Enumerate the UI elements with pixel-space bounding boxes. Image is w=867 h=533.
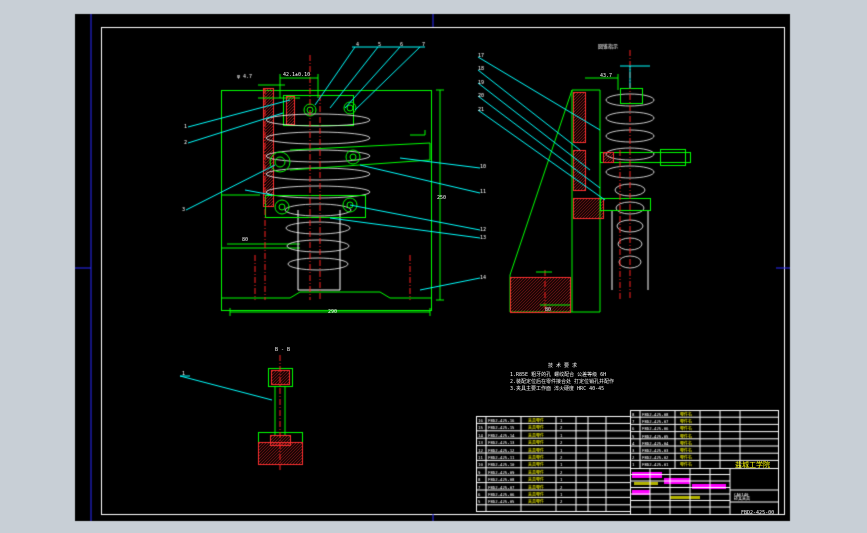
dim-left-offset: 80 [242,237,249,243]
cad-drawing-canvas [0,0,867,533]
dim-side-base: 80 [545,307,552,313]
dim-height: 250 [437,195,447,201]
tech-req-line-2: 2.装配定位后在零件接合处 打定位销孔并配作 [510,379,615,385]
tech-req-line-3: 3.夹具主要工作面 淬火硬度 HRC 40-45 [510,386,605,392]
tech-req-line-1: 1.R85E 粗牙的孔 螺纹配合 公差等级 6H [510,372,607,378]
title-block-school: 盐城工学院 [735,461,770,469]
dim-top-width: 42.1±0.10 [283,72,311,78]
tech-req-heading: 技 术 要 求 [548,363,578,369]
section-label: B - B [275,347,291,353]
title-block-drawing-number: FBD2-425-00 [741,510,775,516]
dim-bottom-width: 290 [328,309,338,315]
dim-side-top: 43.7 [600,73,613,79]
